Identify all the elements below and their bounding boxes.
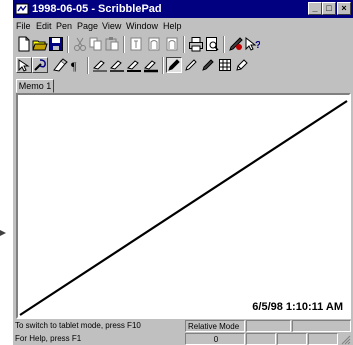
- status-mode: Relative Mode: [185, 320, 245, 332]
- close-button[interactable]: ×: [337, 2, 351, 15]
- line-style-1-icon[interactable]: [92, 57, 108, 73]
- whats-this-help-icon[interactable]: ?: [244, 36, 260, 52]
- app-icon: [15, 3, 29, 15]
- minimize-button[interactable]: _: [308, 2, 322, 15]
- line-style-2-icon[interactable]: [109, 57, 125, 73]
- status-panel: [308, 333, 338, 345]
- status-message: To switch to tablet mode, press F10: [15, 321, 141, 330]
- page-icon[interactable]: [146, 36, 162, 52]
- lasso-tool-icon[interactable]: [32, 57, 48, 73]
- line-style-4-icon[interactable]: [143, 57, 159, 73]
- pen-outline-icon[interactable]: [183, 57, 199, 73]
- ink-stroke: [19, 100, 348, 316]
- menu-bar: File Edit Pen Page View Window Help: [13, 19, 353, 33]
- window-title: 1998-06-05 - ScribblePad: [32, 3, 162, 15]
- select-tool-icon[interactable]: [16, 57, 32, 73]
- page-right-icon[interactable]: [164, 36, 180, 52]
- highlighter-icon[interactable]: [234, 57, 250, 73]
- copy-icon[interactable]: [88, 36, 104, 52]
- open-icon[interactable]: [32, 36, 48, 52]
- toolbar-separator: [223, 36, 225, 53]
- toolbar-separator: [162, 57, 164, 74]
- page-left-icon[interactable]: [128, 36, 144, 52]
- menu-view[interactable]: View: [102, 19, 121, 33]
- resize-grip-icon[interactable]: [340, 334, 351, 345]
- print-preview-icon[interactable]: [204, 36, 220, 52]
- status-panel: [246, 333, 276, 345]
- pen-gray-icon[interactable]: [200, 57, 216, 73]
- grid-icon[interactable]: [217, 57, 233, 73]
- main-toolbar: ?: [16, 35, 350, 55]
- toolbar-separator: [87, 57, 89, 74]
- drawing-canvas[interactable]: 6/5/98 1:10:11 AM: [16, 93, 351, 319]
- pointer-arrow-icon: [0, 230, 6, 236]
- menu-window[interactable]: Window: [126, 19, 158, 33]
- status-help: For Help, press F1: [15, 334, 82, 343]
- maximize-button[interactable]: □: [322, 2, 336, 15]
- line-style-3-icon[interactable]: [126, 57, 142, 73]
- toolbar-separator: [183, 36, 185, 53]
- status-panel: [246, 320, 291, 332]
- menu-page[interactable]: Page: [77, 19, 98, 33]
- paste-icon[interactable]: [104, 36, 120, 52]
- paragraph-icon[interactable]: ¶: [68, 57, 84, 73]
- save-icon[interactable]: [48, 36, 64, 52]
- eraser-tool-icon[interactable]: [52, 57, 68, 73]
- toolbar-separator: [123, 36, 125, 53]
- scribblepad-window: 1998-06-05 - ScribblePad _ □ × File Edit…: [13, 0, 353, 345]
- toolbar-separator: [67, 36, 69, 53]
- print-icon[interactable]: [188, 36, 204, 52]
- tab-memo-1[interactable]: Memo 1: [16, 79, 54, 93]
- pen-toolbar: ¶: [16, 56, 350, 76]
- menu-pen[interactable]: Pen: [56, 19, 72, 33]
- status-bar-row-1: To switch to tablet mode, press F10 Rela…: [13, 320, 353, 332]
- title-bar: 1998-06-05 - ScribblePad _ □ ×: [13, 0, 353, 18]
- ink-layer: [19, 100, 348, 316]
- pen-black-icon[interactable]: [166, 57, 182, 73]
- menu-help[interactable]: Help: [163, 19, 182, 33]
- status-count: 0: [185, 333, 245, 345]
- svg-text:¶: ¶: [71, 59, 77, 73]
- canvas-timestamp: 6/5/98 1:10:11 AM: [252, 301, 343, 313]
- status-panel: [292, 320, 351, 332]
- cut-icon[interactable]: [72, 36, 88, 52]
- new-icon[interactable]: [16, 36, 32, 52]
- status-bar-row-2: For Help, press F1 0: [13, 333, 353, 345]
- menu-file[interactable]: File: [16, 19, 31, 33]
- status-panel: [277, 333, 307, 345]
- svg-text:?: ?: [255, 40, 260, 51]
- menu-edit[interactable]: Edit: [36, 19, 52, 33]
- pen-settings-icon[interactable]: [228, 36, 244, 52]
